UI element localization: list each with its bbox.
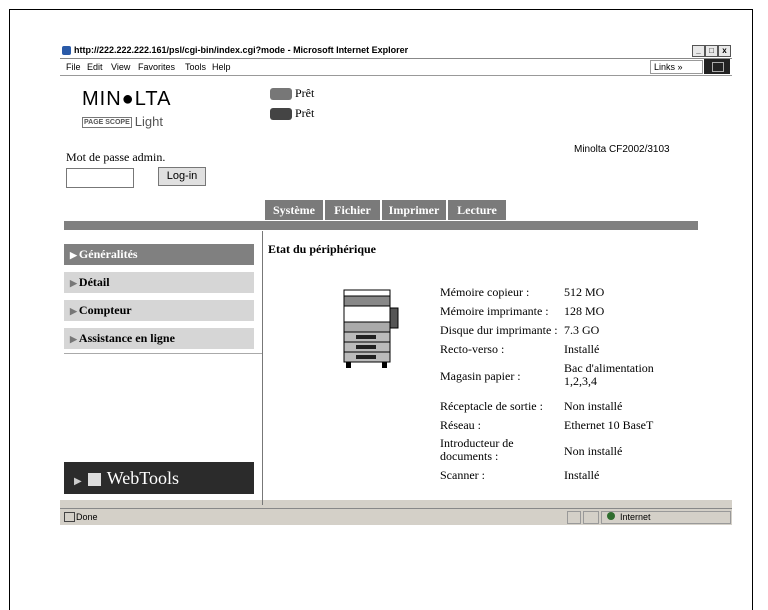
- sidebar-divider: [64, 353, 262, 354]
- sidebar-item-compteur[interactable]: ▶ Compteur: [64, 300, 254, 321]
- menu-view[interactable]: View: [111, 62, 130, 72]
- spec-value: Installé: [564, 342, 600, 356]
- menu-bar: File Edit View Favorites Tools Help Link…: [60, 59, 732, 76]
- close-button[interactable]: x: [718, 45, 731, 57]
- triangle-right-icon: ▶: [70, 278, 77, 288]
- minolta-logo: MIN●LTA: [82, 88, 172, 110]
- status-text: Done: [76, 512, 98, 522]
- sidebar-item-label: Assistance en ligne: [78, 331, 175, 345]
- password-field[interactable]: [66, 168, 134, 188]
- login-button[interactable]: Log-in: [158, 167, 206, 186]
- menu-favorites[interactable]: Favorites: [138, 62, 175, 72]
- copier-icon: [343, 289, 399, 368]
- tab-fichier[interactable]: Fichier: [325, 200, 380, 220]
- menu-help[interactable]: Help: [212, 62, 231, 72]
- window-title: http://222.222.222.161/psl/cgi-bin/index…: [74, 45, 409, 55]
- triangle-right-icon: ▶: [70, 250, 77, 260]
- printer-status-text: Prêt: [295, 106, 315, 120]
- spec-value: Non installé: [564, 399, 623, 413]
- spec-value: Non installé: [564, 444, 623, 458]
- sidebar-item-assistance[interactable]: ▶ Assistance en ligne: [64, 328, 254, 349]
- sidebar-item-label: Détail: [78, 275, 110, 289]
- sidebar-item-generalites[interactable]: ▶ Généralités: [64, 244, 254, 265]
- spec-label: Introducteur de documents :: [440, 436, 514, 463]
- spec-value: 7.3 GO: [564, 323, 600, 337]
- spec-label: Mémoire copieur :: [440, 285, 530, 299]
- browser-window: http://222.222.222.161/psl/cgi-bin/index…: [60, 44, 732, 525]
- spec-value: Bac d'alimentation 1,2,3,4: [564, 361, 654, 388]
- menu-tools[interactable]: Tools: [185, 62, 206, 72]
- spec-value: Ethernet 10 BaseT: [564, 418, 654, 432]
- header-divider: [64, 221, 698, 230]
- sidebar-item-detail[interactable]: ▶ Détail: [64, 272, 254, 293]
- printer-icon: [270, 88, 292, 101]
- model-name: Minolta CF2002/3103: [574, 144, 670, 155]
- status-bar: Done Internet: [60, 508, 732, 525]
- maximize-button[interactable]: □: [705, 45, 718, 57]
- spec-label: Réseau :: [440, 418, 481, 432]
- status-segment: [567, 511, 581, 524]
- printer-status-2: Prêt: [270, 106, 314, 121]
- page-title: Etat du périphérique: [268, 242, 377, 256]
- page-content: MIN●LTA PAGE SCOPE Light Mot de passe adm…: [60, 76, 732, 513]
- pagescope-badge: PAGE SCOPE: [82, 117, 132, 129]
- menu-edit[interactable]: Edit: [87, 62, 103, 72]
- webtools-link[interactable]: ▶ WebTools: [64, 462, 254, 494]
- spec-label: Scanner :: [440, 468, 485, 482]
- spec-value: 512 MO: [564, 285, 605, 299]
- pagescope-light-label: Light: [134, 114, 163, 129]
- spec-label: Mémoire imprimante :: [440, 304, 549, 318]
- tab-imprimer[interactable]: Imprimer: [382, 200, 446, 220]
- spec-label: Magasin papier :: [440, 369, 521, 383]
- triangle-right-icon: ▶: [70, 306, 77, 316]
- spec-label: Réceptacle de sortie :: [440, 399, 543, 413]
- spec-label: Recto-verso :: [440, 342, 505, 356]
- printer-status-1: Prêt: [270, 86, 314, 101]
- tab-systeme[interactable]: Système: [265, 200, 323, 220]
- spec-value: 128 MO: [564, 304, 605, 318]
- globe-icon: [607, 512, 615, 520]
- minimize-button[interactable]: _: [692, 45, 705, 57]
- webtools-icon: [87, 473, 101, 487]
- triangle-right-icon: ▶: [74, 476, 82, 487]
- sidebar-item-label: Généralités: [78, 247, 138, 261]
- links-button[interactable]: Links »: [650, 60, 703, 74]
- menu-file[interactable]: File: [66, 62, 81, 72]
- sidebar-separator: [262, 231, 263, 505]
- printer-status-text: Prêt: [295, 86, 315, 100]
- tab-lecture[interactable]: Lecture: [448, 200, 506, 220]
- sidebar-item-label: Compteur: [78, 303, 132, 317]
- title-bar: http://222.222.222.161/psl/cgi-bin/index…: [60, 44, 732, 59]
- triangle-right-icon: ▶: [70, 334, 77, 344]
- webtools-label: WebTools: [106, 468, 179, 488]
- password-label: Mot de passe admin.: [66, 150, 166, 164]
- windows-logo-icon: [704, 59, 730, 74]
- spec-value: Installé: [564, 468, 600, 482]
- spec-label: Disque dur imprimante :: [440, 323, 558, 337]
- page-icon: [64, 512, 75, 522]
- printer-icon: [270, 108, 292, 121]
- pagescope-logo: PAGE SCOPE Light: [82, 114, 163, 129]
- status-segment: [583, 511, 599, 524]
- ie-logo-icon: [62, 46, 71, 55]
- zone-label: Internet: [620, 512, 651, 522]
